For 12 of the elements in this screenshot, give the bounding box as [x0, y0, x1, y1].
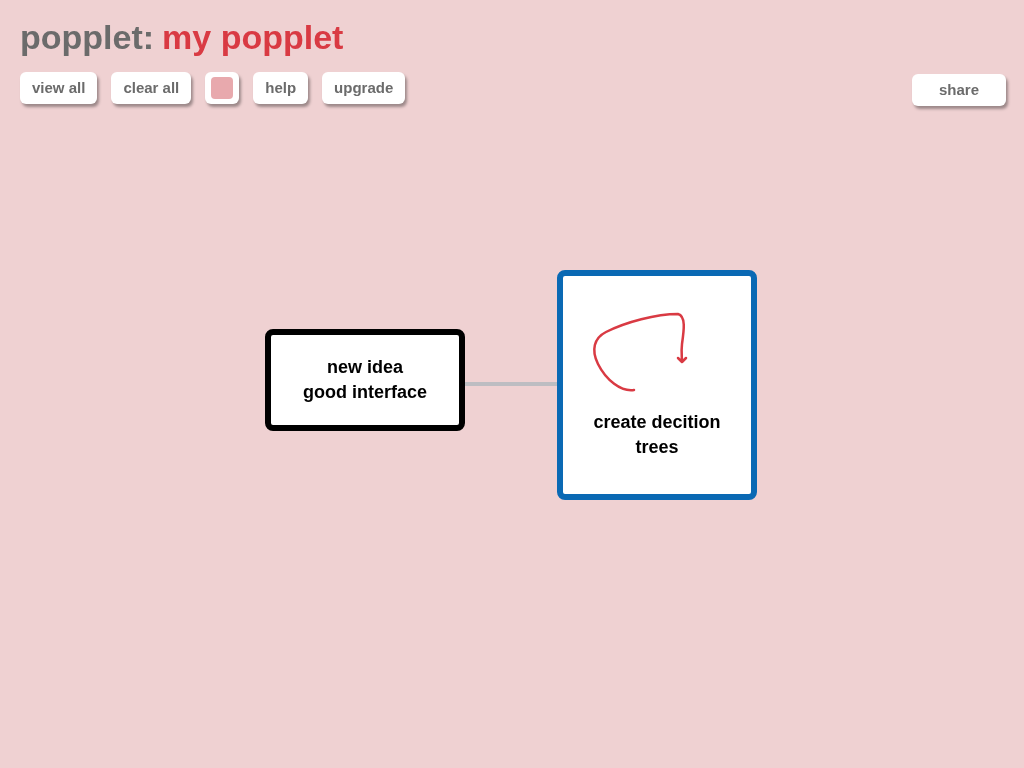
popplet-title[interactable]: my popplet	[162, 16, 344, 58]
toolbar-button[interactable]: help	[253, 72, 309, 104]
popple-node[interactable]: create decition trees	[557, 270, 757, 500]
popple-node[interactable]: new idea good interface	[265, 329, 465, 431]
node-text: new idea good interface	[303, 356, 427, 404]
share-button[interactable]: share	[912, 74, 1006, 106]
toolbar-button[interactable]: view all	[20, 72, 98, 104]
toolbar-button[interactable]: clear all	[111, 72, 192, 104]
color-swatch-button[interactable]	[205, 72, 240, 104]
toolbar-button[interactable]: upgrade	[322, 72, 406, 104]
app-name: popplet:	[20, 17, 155, 58]
node-text: create decition trees	[593, 411, 721, 459]
